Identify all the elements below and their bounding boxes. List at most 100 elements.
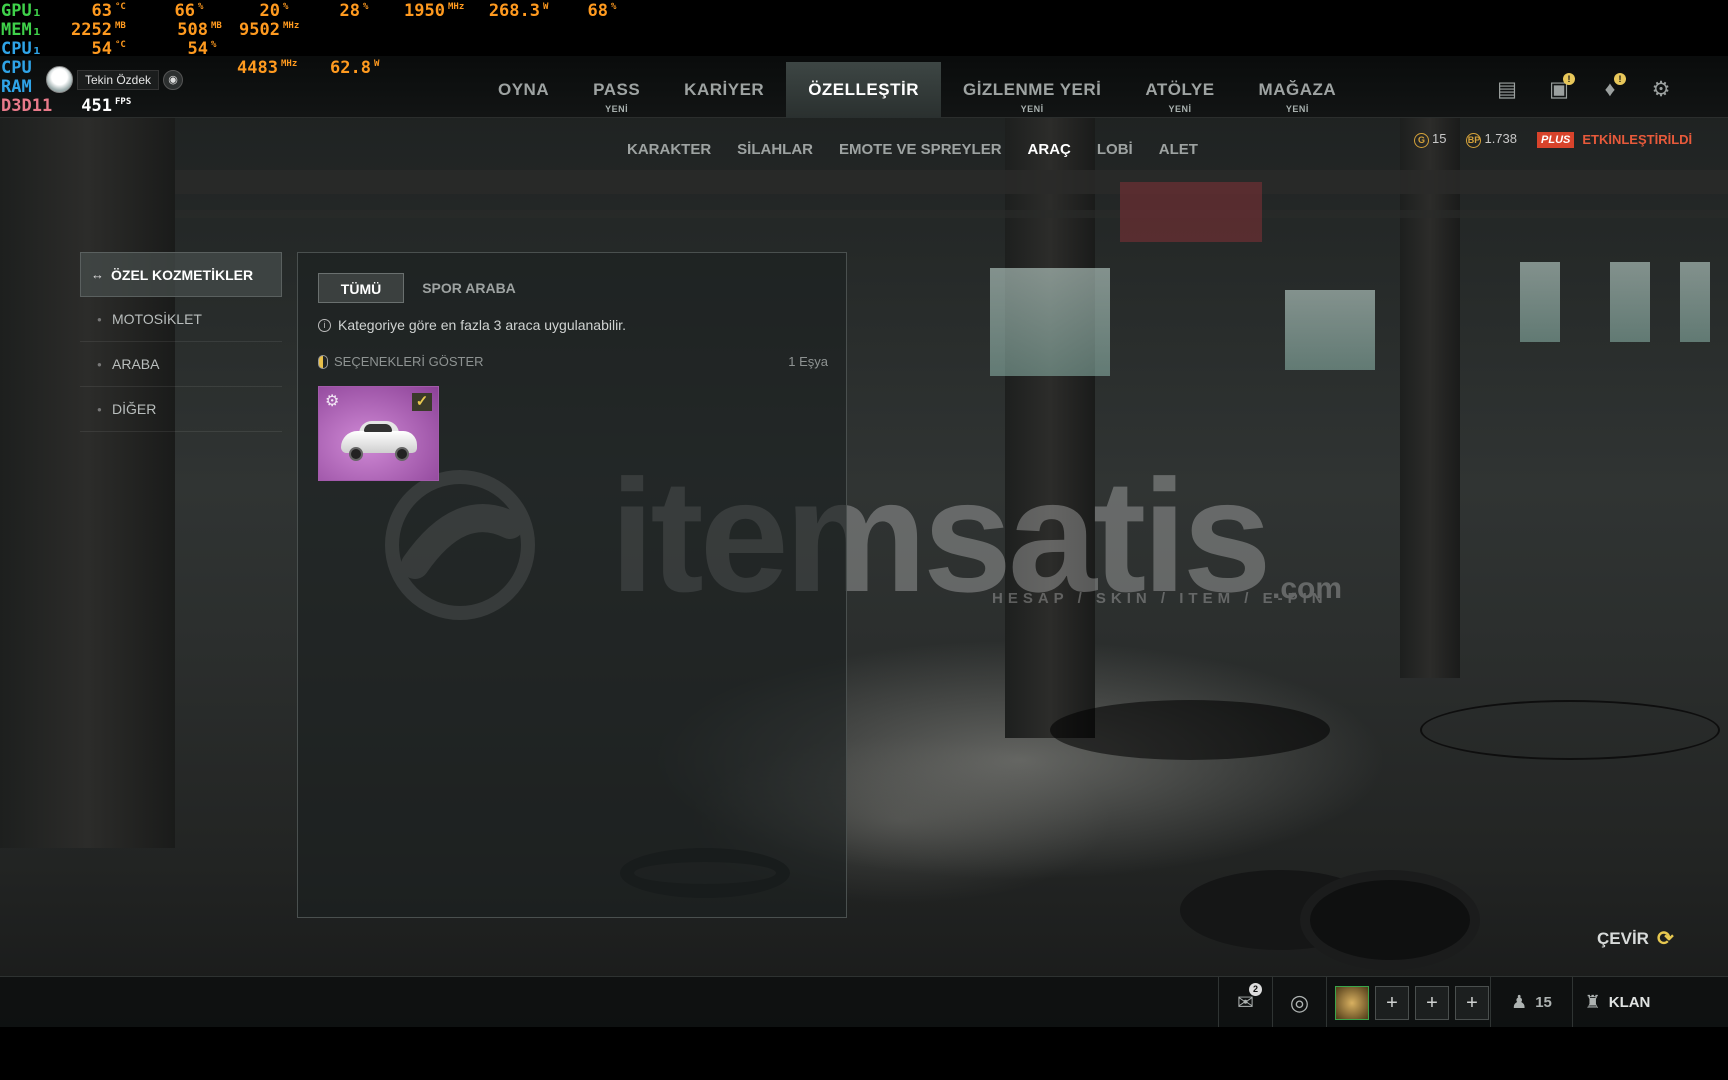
sidebar-item-ozel-kozmetikler[interactable]: ↔ ÖZEL KOZMETİKLER: [80, 252, 282, 297]
swap-arrows-icon: ↔: [91, 267, 104, 282]
hud-value: 268.3: [488, 1, 540, 21]
sidebar-item-label: MOTOSİKLET: [112, 311, 202, 327]
sidebar-item-diger[interactable]: ● DİĞER: [80, 387, 282, 432]
currency-bar: G 15 BP 1.738 PLUS ETKİNLEŞTİRİLDİ: [1414, 131, 1692, 148]
add-party-member-button[interactable]: +: [1415, 986, 1449, 1020]
warehouse-sign: [1120, 182, 1262, 242]
add-party-member-button[interactable]: +: [1455, 986, 1489, 1020]
subnav-karakter[interactable]: KARAKTER: [614, 138, 724, 162]
nav-ozellestir[interactable]: ÖZELLEŞTİR: [786, 62, 941, 118]
plus-status: ETKİNLEŞTİRİLDİ: [1582, 132, 1693, 147]
left-steel-pillar: [0, 118, 175, 848]
rotate-label: ÇEVİR: [1597, 928, 1649, 948]
hud-unit: FPS: [115, 97, 132, 107]
sidebar-item-araba[interactable]: ● ARABA: [80, 342, 282, 387]
tab-tumu[interactable]: TÜMÜ: [318, 273, 404, 303]
car-wheel: [395, 447, 409, 461]
g-coin-value: 15: [1432, 131, 1447, 146]
bullet-icon: ●: [97, 359, 102, 369]
sidebar-item-label: ARABA: [112, 356, 160, 372]
subnav-alet[interactable]: ALET: [1146, 138, 1211, 162]
hud-label: CPU: [1, 58, 32, 78]
warehouse-window: [1520, 262, 1560, 342]
news-icon[interactable]: ▣!: [1545, 73, 1575, 104]
floor-shadow: [1050, 700, 1330, 760]
rotate-control[interactable]: ÇEVİR ⟳: [1597, 926, 1674, 951]
party-slots: + + +: [1326, 977, 1490, 1028]
vehicle-skin-card[interactable]: ⚙ ✓: [318, 386, 439, 481]
checkmark-icon: ✓: [412, 393, 432, 411]
hud-row: D3D11 451 FPS: [0, 96, 640, 117]
ceiling-girder: [175, 170, 1728, 194]
nav-label: GİZLENME YERİ: [962, 80, 1102, 99]
bell-icon[interactable]: ♦!: [1596, 73, 1626, 104]
mouse-icon: [318, 354, 328, 369]
eye-icon[interactable]: ◉: [163, 69, 184, 90]
hud-unit: %: [611, 2, 617, 12]
subnav-arac[interactable]: ARAÇ: [1015, 138, 1084, 162]
right-steel-pillar: [1400, 118, 1460, 678]
car-image: [364, 424, 392, 432]
nav-magaza[interactable]: MAĞAZA YENİ: [1237, 62, 1359, 118]
g-coin-balance[interactable]: G 15: [1414, 131, 1446, 148]
hud-unit: MB: [211, 21, 222, 31]
show-options-toggle[interactable]: SEÇENEKLERİ GÖSTER: [318, 354, 484, 369]
nav-kariyer[interactable]: KARİYER: [662, 62, 786, 118]
chat-button[interactable]: ✉ 2: [1218, 977, 1272, 1028]
add-party-member-button[interactable]: +: [1375, 986, 1409, 1020]
friends-button[interactable]: ♟ 15: [1490, 977, 1572, 1028]
hud-row: CPU₁ 54 °C 54%: [0, 39, 640, 60]
subnav-emote-ve-spreyler[interactable]: EMOTE VE SPREYLER: [826, 138, 1015, 162]
game-background-scene: [0, 0, 1728, 1080]
hud-label: D3D11: [1, 96, 53, 116]
hud-value: 63: [91, 1, 112, 21]
mouse-rotate-icon: ⟳: [1656, 928, 1674, 950]
nav-label: KARİYER: [684, 80, 765, 99]
sub-navigation: KARAKTER SİLAHLAR EMOTE VE SPREYLER ARAÇ…: [614, 138, 1211, 162]
inventory-icon[interactable]: ▤: [1493, 76, 1521, 104]
warehouse-window: [1285, 290, 1375, 370]
party-avatar-slot[interactable]: [1335, 986, 1369, 1020]
hud-value: 62.8: [330, 58, 371, 78]
item-count: 1 Eşya: [788, 354, 828, 369]
hud-value: 1950: [404, 1, 445, 21]
ceiling-girder: [175, 210, 1728, 218]
hud-row: MEM₁ 2252 MB 508 MB 9502 MHz: [0, 20, 640, 41]
customize-gear-icon: ⚙: [325, 393, 340, 410]
subnav-silahlar[interactable]: SİLAHLAR: [724, 138, 826, 162]
hud-value: 508: [177, 20, 208, 40]
alert-dot: !: [1614, 73, 1626, 85]
clan-label: KLAN: [1608, 994, 1651, 1011]
warehouse-window: [1610, 262, 1650, 342]
sidebar-item-motosiklet[interactable]: ● MOTOSİKLET: [80, 297, 282, 342]
show-options-label: SEÇENEKLERİ GÖSTER: [334, 354, 484, 369]
hud-unit: %: [211, 40, 217, 50]
nav-gizlenme-yeri[interactable]: GİZLENME YERİ YENİ: [941, 62, 1123, 118]
friends-count: 15: [1535, 994, 1552, 1011]
hud-unit: MHz: [281, 59, 298, 69]
target-button[interactable]: ◎: [1272, 977, 1326, 1028]
hud-value: 2252: [71, 20, 112, 40]
tire-prop: [1300, 870, 1480, 970]
subnav-lobi[interactable]: LOBİ: [1084, 138, 1146, 162]
avatar: [46, 66, 73, 93]
hud-unit: MHz: [448, 2, 465, 12]
hud-row: GPU₁ 63 °C 66% 20% 28% 1950 MHz 268.3 W 68%: [0, 1, 640, 22]
hud-label: CPU₁: [1, 39, 42, 59]
tab-spor-araba[interactable]: SPOR ARABA: [404, 273, 534, 303]
hud-value: 9502: [239, 20, 280, 40]
user-chip[interactable]: Tekin Özdek ◉: [46, 66, 184, 93]
nav-label: ÖZELLEŞTİR: [808, 80, 919, 99]
plus-badge[interactable]: PLUS: [1537, 131, 1575, 148]
options-row: SEÇENEKLERİ GÖSTER 1 Eşya: [318, 354, 828, 369]
gear-icon[interactable]: ⚙: [1647, 76, 1675, 104]
nav-label: MAĞAZA: [1258, 80, 1337, 99]
nav-atolye[interactable]: ATÖLYE YENİ: [1123, 62, 1236, 118]
hud-value: 20: [259, 1, 280, 21]
hud-value: 66: [174, 1, 195, 21]
bp-balance[interactable]: BP 1.738: [1466, 131, 1517, 148]
target-icon: ◎: [1289, 989, 1310, 1015]
hud-label: GPU₁: [1, 1, 42, 21]
hud-unit: W: [543, 2, 549, 12]
clan-button[interactable]: ♜ KLAN: [1572, 977, 1662, 1028]
